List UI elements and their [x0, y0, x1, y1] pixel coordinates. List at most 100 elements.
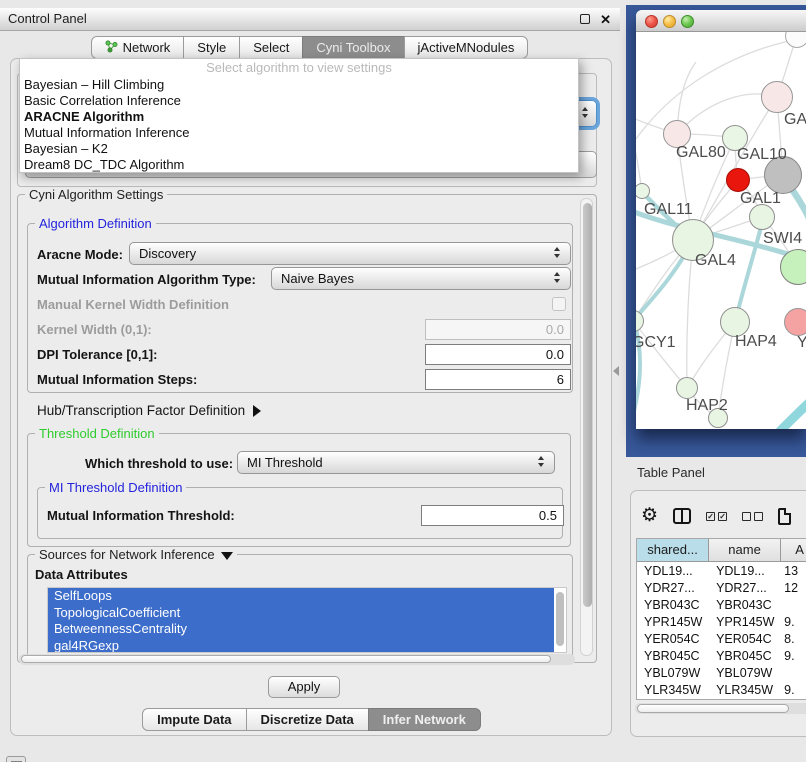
table-cell: 9.	[781, 683, 806, 697]
tab-impute-data[interactable]: Impute Data	[142, 708, 246, 731]
attribute-item-betweennesscentrality[interactable]: BetweennessCentrality	[48, 621, 554, 638]
deselect-all-icon[interactable]	[742, 512, 763, 521]
table-row[interactable]: YDL19...YDL19...13	[637, 562, 806, 579]
algorithm-option-basic-correlation-inference[interactable]: Basic Correlation Inference	[20, 93, 578, 109]
network-node[interactable]	[676, 377, 698, 399]
node-label-gal: GAL	[784, 111, 806, 129]
settings-scrollbar-thumb[interactable]	[583, 203, 592, 607]
float-window-icon[interactable]	[580, 14, 590, 24]
attribute-item-topologicalcoefficient[interactable]: TopologicalCoefficient	[48, 605, 554, 622]
which-threshold-value: MI Threshold	[247, 455, 323, 470]
manual-kernel-checkbox[interactable]	[552, 297, 566, 311]
algorithm-option-aracne-algorithm[interactable]: ARACNE Algorithm	[20, 109, 578, 125]
table-cell: 9.	[781, 700, 806, 701]
column-header-name[interactable]: name	[709, 539, 781, 562]
tab-label: Cyni Toolbox	[316, 40, 390, 55]
attribute-item-selfloops[interactable]: SelfLoops	[48, 588, 554, 605]
select-all-checked-icon[interactable]: ✓ ✓	[706, 512, 727, 521]
aracne-mode-label: Aracne Mode:	[37, 247, 123, 262]
document-icon[interactable]	[778, 508, 791, 525]
network-canvas[interactable]: GALGAL80GAL10GAL11GAL1SWI4GAL4GCY1HAP4YH…	[636, 32, 806, 429]
table-hscrollbar-thumb[interactable]	[637, 704, 789, 713]
collapsed-arrow-icon	[253, 405, 261, 417]
kernel-width-field[interactable]	[425, 319, 571, 340]
table-cell: 9.	[781, 649, 806, 663]
node-table[interactable]: shared...nameA YDL19...YDL19...13YDR27..…	[636, 538, 806, 700]
table-row[interactable]: YIL052CYIL052C9.	[637, 698, 806, 700]
splitpane-handle-icon[interactable]	[613, 366, 619, 376]
control-panel-titlebar: Control Panel ✕	[0, 8, 620, 31]
table-row[interactable]: YBR045CYBR045C9.	[637, 647, 806, 664]
unchecked-box-icon	[754, 512, 763, 521]
network-window[interactable]: GALGAL80GAL10GAL11GAL1SWI4GAL4GCY1HAP4YH…	[636, 10, 806, 429]
tab-label: Select	[253, 40, 289, 55]
table-horizontal-scrollbar[interactable]	[635, 703, 806, 714]
table-cell: YIL052C	[637, 700, 709, 701]
mi-threshold-group-title: MI Threshold Definition	[45, 480, 186, 495]
tab-discretize-data[interactable]: Discretize Data	[246, 708, 369, 731]
aracne-mode-select[interactable]: Discovery	[129, 242, 571, 265]
table-cell: 9.	[781, 615, 806, 629]
mi-steps-field[interactable]	[425, 369, 571, 390]
data-attributes-label: Data Attributes	[35, 567, 128, 582]
control-panel-title: Control Panel	[8, 8, 87, 30]
settings-vertical-scrollbar[interactable]	[580, 198, 593, 656]
column-header-shared[interactable]: shared...	[637, 539, 709, 562]
attribute-item-gal4rgexp[interactable]: gal4RGexp	[48, 638, 554, 654]
sources-group-title[interactable]: Sources for Network Inference	[35, 547, 237, 562]
node-label-gcy1: GCY1	[636, 334, 676, 352]
table-row[interactable]: YPR145WYPR145W9.	[637, 613, 806, 630]
hscrollbar-thumb[interactable]	[21, 655, 551, 663]
table-body: YDL19...YDL19...13YDR27...YDR27...12YBR0…	[637, 562, 806, 700]
network-desktop: GALGAL80GAL10GAL11GAL1SWI4GAL4GCY1HAP4YH…	[626, 5, 806, 457]
table-row[interactable]: YBR043CYBR043C	[637, 596, 806, 613]
network-icon	[105, 40, 118, 56]
table-row[interactable]: YBL079WYBL079W	[637, 664, 806, 681]
table-cell: YLR345W	[637, 683, 709, 697]
algorithm-option-bayesian-hill-climbing[interactable]: Bayesian – Hill Climbing	[20, 77, 578, 93]
network-window-titlebar[interactable]	[636, 10, 806, 32]
mi-type-select[interactable]: Naive Bayes	[271, 267, 571, 290]
network-node[interactable]	[761, 81, 793, 113]
data-attributes-list[interactable]: SelfLoopsTopologicalCoefficientBetweenne…	[47, 587, 567, 653]
algorithm-option-mutual-information-inference[interactable]: Mutual Information Inference	[20, 125, 578, 141]
network-node[interactable]	[726, 168, 750, 192]
tab-infer-network[interactable]: Infer Network	[368, 708, 481, 731]
close-icon[interactable]: ✕	[600, 10, 611, 29]
tab-network[interactable]: Network	[91, 36, 185, 59]
settings-horizontal-scrollbar[interactable]	[19, 654, 575, 665]
split-columns-icon[interactable]	[673, 508, 691, 524]
mi-threshold-field[interactable]	[421, 505, 564, 526]
mac-zoom-button[interactable]	[681, 15, 694, 28]
tab-jactivemnodules[interactable]: jActiveMNodules	[404, 36, 529, 59]
hub-definition-toggle[interactable]: Hub/Transcription Factor Definition	[37, 403, 261, 418]
algorithm-option-dream8-dc-tdc-algorithm[interactable]: Dream8 DC_TDC Algorithm	[20, 157, 578, 173]
mac-minimize-button[interactable]	[663, 15, 676, 28]
node-label-gal10: GAL10	[737, 146, 787, 164]
network-node[interactable]	[784, 308, 806, 336]
table-row[interactable]: YDR27...YDR27...12	[637, 579, 806, 596]
which-threshold-select[interactable]: MI Threshold	[237, 451, 555, 474]
column-header-a[interactable]: A	[781, 539, 806, 562]
float-panel-icon[interactable]	[6, 756, 26, 762]
table-row[interactable]: YER054CYER054C8.	[637, 630, 806, 647]
attributes-scrollbar-thumb[interactable]	[556, 592, 564, 646]
kernel-width-label: Kernel Width (0,1):	[37, 322, 152, 337]
tab-cyni-toolbox[interactable]: Cyni Toolbox	[302, 36, 404, 59]
algorithm-dropdown-list: Bayesian – Hill ClimbingBasic Correlatio…	[20, 77, 578, 173]
tab-select[interactable]: Select	[239, 36, 303, 59]
apply-button[interactable]: Apply	[268, 676, 340, 698]
table-row[interactable]: YLR345WYLR345W9.	[637, 681, 806, 698]
tab-style[interactable]: Style	[183, 36, 240, 59]
algorithm-option-bayesian-k2[interactable]: Bayesian – K2	[20, 141, 578, 157]
table-cell: 8.	[781, 632, 806, 646]
settings-gear-icon[interactable]: ⚙	[641, 505, 658, 527]
table-cell: YBL079W	[637, 666, 709, 680]
table-cell: YER054C	[709, 632, 781, 646]
tab-label: Style	[197, 40, 226, 55]
tab-label: Network	[123, 40, 171, 55]
table-cell: YER054C	[637, 632, 709, 646]
algorithm-definition-title: Algorithm Definition	[35, 216, 156, 231]
dpi-tolerance-field[interactable]	[425, 344, 571, 365]
mac-close-button[interactable]	[645, 15, 658, 28]
